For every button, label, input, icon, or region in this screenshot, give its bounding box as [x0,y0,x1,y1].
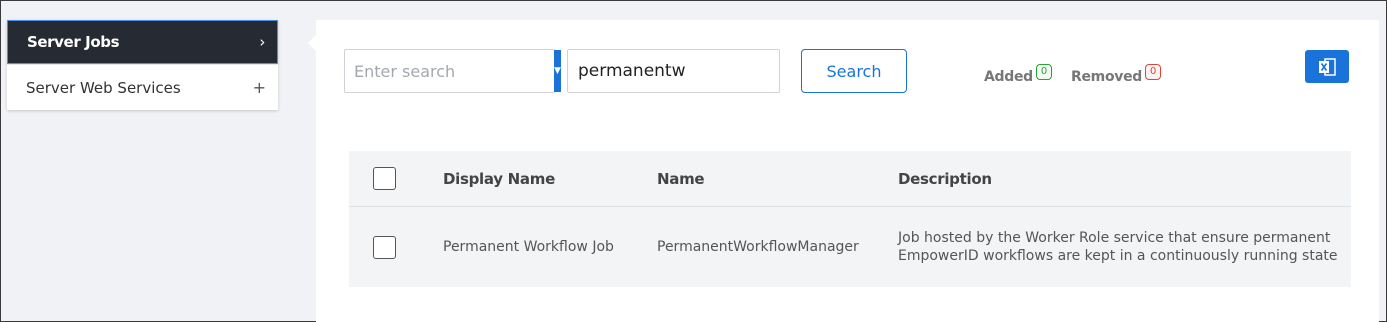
table-header: Display Name Name Description [349,151,1351,207]
excel-export-icon [1319,57,1336,76]
main-panel: ▼ Search Added0 Removed0 Display Name Na… [308,20,1379,322]
table-row[interactable]: Permanent Workflow Job PermanentWorkflow… [349,207,1351,287]
query-input[interactable] [567,49,780,93]
removed-count-badge: 0 [1145,64,1162,80]
export-excel-button[interactable] [1305,50,1349,83]
cell-description: Job hosted by the Worker Role service th… [898,230,1338,264]
results-table: Display Name Name Description Permanent … [349,151,1351,287]
search-field-select: ▼ [344,49,561,93]
plus-icon[interactable]: + [253,78,266,97]
added-count-badge: 0 [1035,64,1053,80]
column-header-description[interactable]: Description [898,170,1351,188]
sidebar-item-label: Server Jobs [27,33,120,51]
sidebar-item-label: Server Web Services [26,78,181,97]
search-button[interactable]: Search [801,49,907,93]
removed-label: Removed [1071,69,1143,85]
sidebar-item-server-web-services[interactable]: Server Web Services + [7,64,278,110]
sidebar-item-server-jobs[interactable]: Server Jobs › [7,20,278,64]
select-all-checkbox[interactable] [373,167,396,190]
row-checkbox[interactable] [373,235,396,259]
removed-stat: Removed 0 [1071,64,1162,87]
column-header-display-name[interactable]: Display Name [443,170,657,188]
sidebar: Server Jobs › Server Web Services + [7,20,278,110]
added-stat: Added 0 [984,64,1053,87]
column-header-name[interactable]: Name [657,170,898,188]
added-label: Added [984,69,1033,85]
search-input[interactable] [345,50,554,92]
cell-display-name: Permanent Workflow Job [443,239,614,255]
chevron-right-icon: › [259,33,265,51]
cell-name: PermanentWorkflowManager [657,239,859,255]
chevron-down-icon: ▼ [554,66,561,76]
dropdown-toggle-button[interactable]: ▼ [554,50,561,92]
